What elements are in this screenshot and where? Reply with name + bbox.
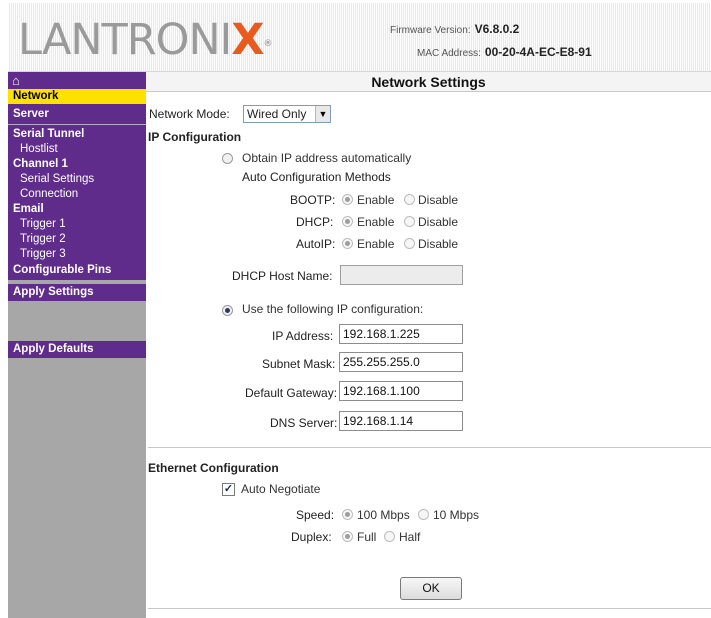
duplex-full-radio[interactable] (342, 531, 353, 542)
network-mode-value: Wired Only (247, 107, 307, 121)
use-following-radio[interactable] (222, 305, 233, 316)
auto-methods-label: Auto Configuration Methods (242, 170, 391, 184)
autoip-disable-radio[interactable] (404, 238, 415, 249)
autoip-label: AutoIP: (296, 237, 336, 251)
lantronix-logo: LANTRONIX® (18, 15, 273, 65)
subnet-mask-input[interactable]: 255.255.255.0 (339, 352, 463, 372)
network-mode-label: Network Mode: (149, 107, 230, 121)
sidebar-item-trigger-2[interactable]: Trigger 2 (8, 232, 146, 247)
home-icon[interactable]: ⌂ (8, 72, 146, 89)
subnet-mask-label: Subnet Mask: (262, 357, 336, 371)
sidebar-item-hostlist[interactable]: Hostlist (8, 142, 146, 157)
firmware-version: Firmware Version: V6.8.0.2 (390, 22, 519, 36)
autoip-enable-radio[interactable] (342, 238, 353, 249)
sidebar-item-configurable-pins[interactable]: Configurable Pins (8, 263, 146, 278)
duplex-half-label: Half (399, 530, 421, 544)
dhcp-host-label: DHCP Host Name: (232, 269, 333, 283)
network-mode-select[interactable]: Wired Only ▼ (243, 105, 331, 123)
autoip-disable-label: Disable (418, 237, 459, 251)
bootp-disable-radio[interactable] (404, 194, 415, 205)
mac-label: MAC Address: (417, 48, 481, 59)
chevron-down-icon: ▼ (315, 106, 330, 122)
header-banner: LANTRONIX® Firmware Version: V6.8.0.2 MAC… (8, 3, 711, 72)
speed-10-label: 10 Mbps (433, 508, 480, 522)
apply-settings-button[interactable]: Apply Settings (8, 284, 146, 301)
ok-button[interactable]: OK (400, 577, 462, 600)
duplex-half-radio[interactable] (384, 531, 395, 542)
dhcp-enable-radio[interactable] (342, 216, 353, 227)
sidebar-item-serial-tunnel[interactable]: Serial Tunnel (8, 127, 146, 142)
auto-negotiate-label: Auto Negotiate (241, 482, 321, 496)
dhcp-enable-label: Enable (357, 215, 395, 229)
ip-config-heading: IP Configuration (148, 130, 242, 144)
bootp-enable-label: Enable (357, 193, 395, 207)
auto-negotiate-checkbox[interactable]: ✓ (222, 483, 235, 496)
speed-100-label: 100 Mbps (357, 508, 410, 522)
dhcp-host-input[interactable] (340, 265, 463, 285)
dhcp-disable-radio[interactable] (404, 216, 415, 227)
divider-bottom (148, 608, 711, 609)
speed-100-radio[interactable] (342, 509, 353, 520)
bootp-disable-label: Disable (418, 193, 459, 207)
default-gateway-input[interactable]: 192.168.1.100 (339, 381, 463, 401)
default-gateway-label: Default Gateway: (245, 386, 338, 400)
sidebar-item-trigger-3[interactable]: Trigger 3 (8, 247, 146, 262)
dns-server-input[interactable]: 192.168.1.14 (339, 411, 463, 431)
apply-defaults-button[interactable]: Apply Defaults (8, 341, 146, 358)
ethernet-config-heading: Ethernet Configuration (148, 461, 279, 475)
sidebar-item-channel-1[interactable]: Channel 1 (8, 157, 146, 172)
firmware-value: V6.8.0.2 (474, 22, 520, 36)
firmware-label: Firmware Version: (390, 25, 471, 36)
dns-server-label: DNS Server: (270, 416, 338, 430)
duplex-full-label: Full (357, 530, 377, 544)
duplex-label: Duplex: (291, 530, 332, 544)
mac-address: MAC Address: 00-20-4A-EC-E8-91 (417, 45, 592, 59)
dhcp-label: DHCP: (296, 215, 334, 229)
use-following-label: Use the following IP configuration: (242, 302, 424, 316)
speed-10-radio[interactable] (418, 509, 429, 520)
sidebar-item-trigger-1[interactable]: Trigger 1 (8, 217, 146, 232)
ip-address-label: IP Address: (272, 329, 334, 343)
autoip-enable-label: Enable (357, 237, 395, 251)
bootp-enable-radio[interactable] (342, 194, 353, 205)
speed-label: Speed: (296, 508, 335, 522)
dhcp-disable-label: Disable (418, 215, 459, 229)
obtain-auto-label: Obtain IP address automatically (242, 151, 412, 165)
ip-address-input[interactable]: 192.168.1.225 (339, 324, 463, 344)
bootp-label: BOOTP: (290, 193, 336, 207)
divider (148, 447, 711, 448)
sidebar-item-connection[interactable]: Connection (8, 187, 146, 202)
sidebar-item-serial-settings[interactable]: Serial Settings (8, 172, 146, 187)
page-title: Network Settings (146, 72, 711, 92)
obtain-auto-radio[interactable] (222, 153, 233, 164)
sidebar-item-network[interactable]: Network (8, 89, 146, 104)
sidebar-nav: ⌂ Network Server Serial Tunnel Hostlist … (8, 72, 146, 618)
sidebar-item-server[interactable]: Server (8, 107, 146, 122)
nav-group-network: Network Server Serial Tunnel Hostlist Ch… (8, 89, 146, 280)
mac-value: 00-20-4A-EC-E8-91 (484, 45, 592, 59)
sidebar-item-email[interactable]: Email (8, 202, 146, 217)
